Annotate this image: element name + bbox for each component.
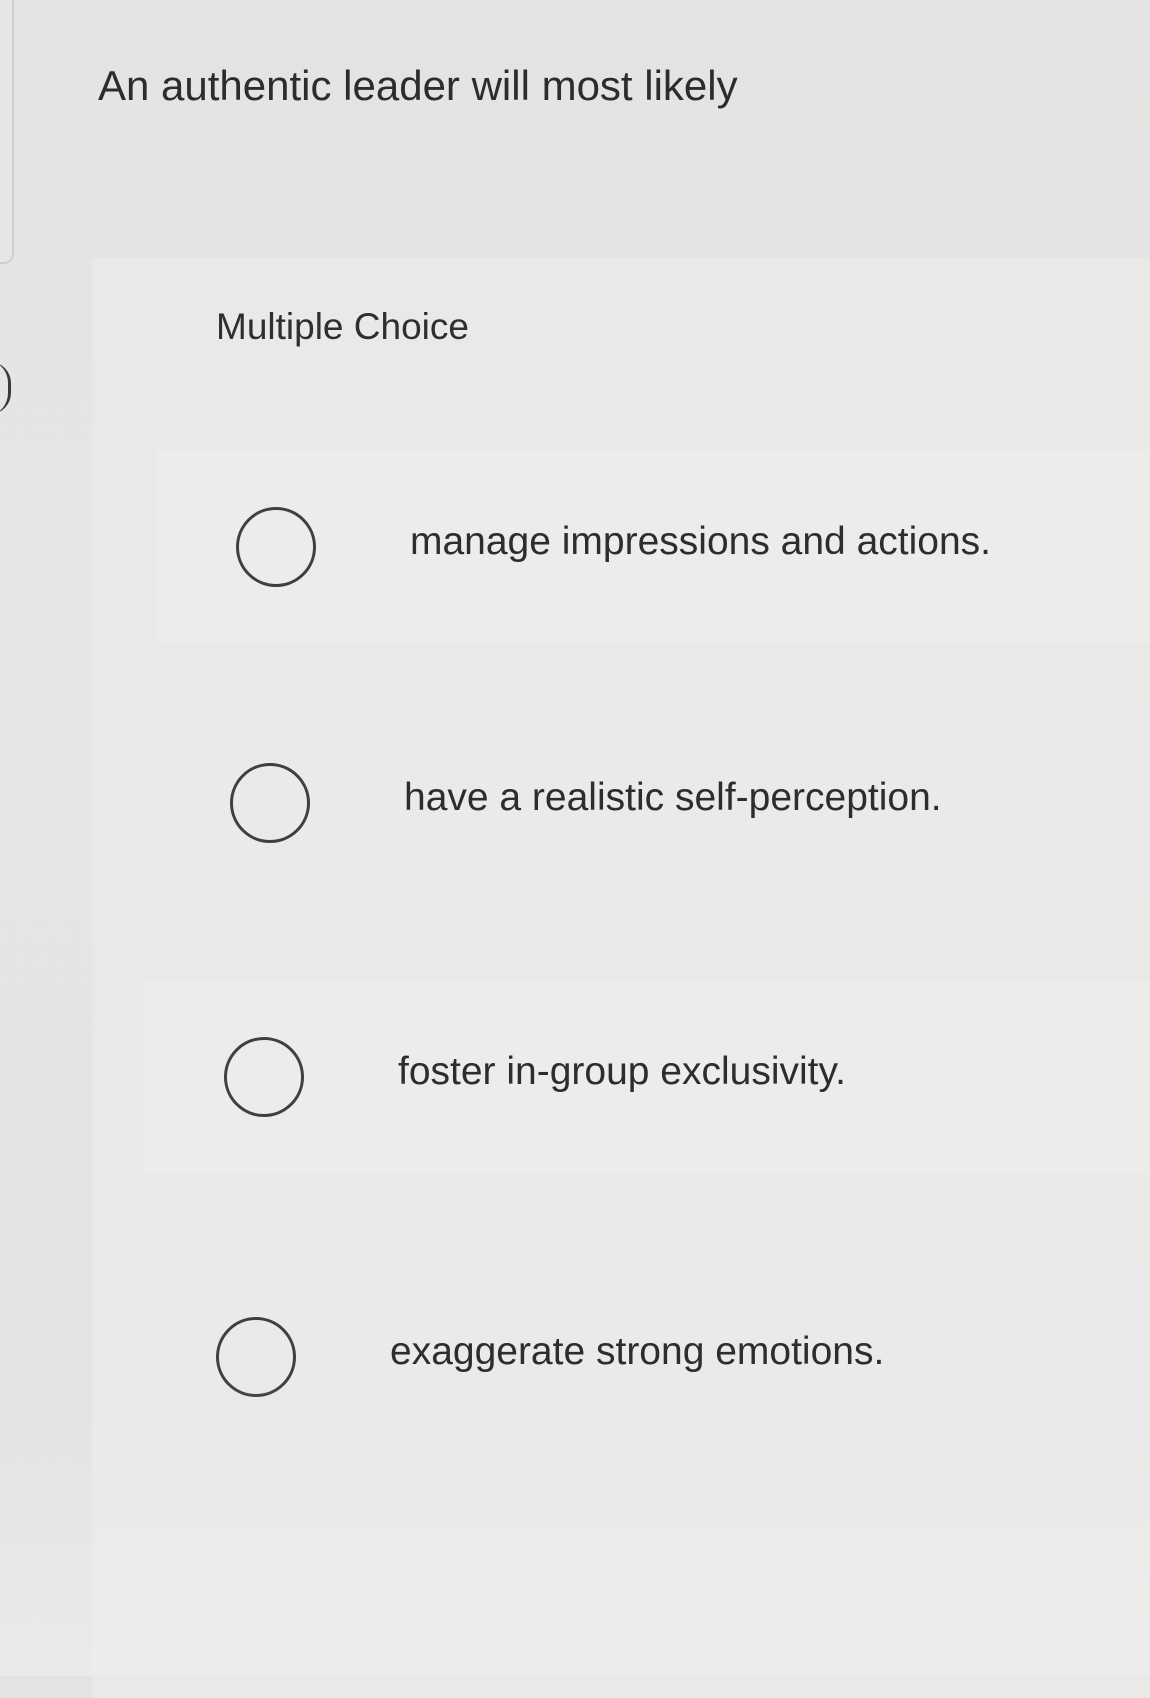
option-row-4[interactable]: exaggerate strong emotions. [136, 1260, 1146, 1454]
option-row-1[interactable]: manage impressions and actions. [156, 450, 1150, 644]
radio-unchecked-icon[interactable] [236, 507, 316, 587]
question-prompt: An authentic leader will most likely [98, 62, 738, 109]
option-row-3[interactable]: foster in-group exclusivity. [144, 980, 1150, 1174]
option-label[interactable]: manage impressions and actions. [410, 520, 991, 564]
options-list: manage impressions and actions. have a r… [92, 258, 1150, 1698]
option-label[interactable]: foster in-group exclusivity. [398, 1050, 846, 1094]
left-edge-bracket [0, 362, 11, 414]
radio-unchecked-icon[interactable] [224, 1037, 304, 1117]
option-label[interactable]: have a realistic self-perception. [404, 776, 942, 820]
option-label[interactable]: exaggerate strong emotions. [390, 1330, 884, 1374]
option-row-2[interactable]: have a realistic self-perception. [150, 706, 1150, 900]
left-edge-panel [0, 0, 14, 264]
question-card: Multiple Choice manage impressions and a… [92, 258, 1150, 1698]
radio-unchecked-icon[interactable] [216, 1317, 296, 1397]
radio-unchecked-icon[interactable] [230, 763, 310, 843]
